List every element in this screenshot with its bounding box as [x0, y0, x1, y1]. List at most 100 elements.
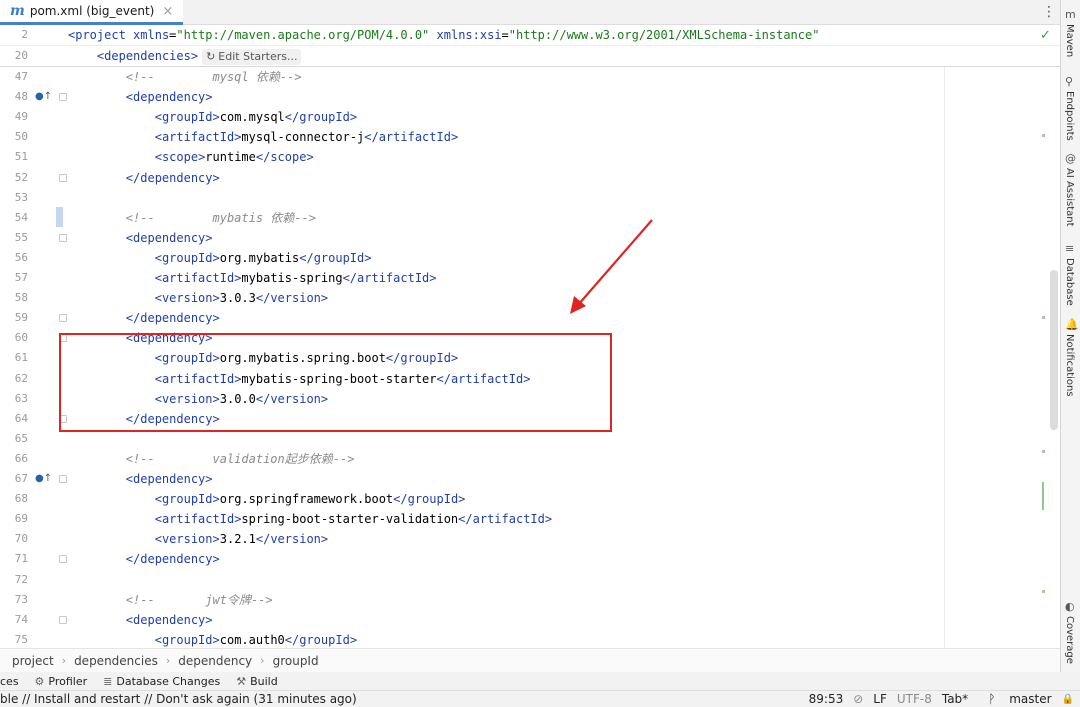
line-number: 70	[14, 532, 28, 546]
code-line[interactable]: 50 <artifactId>mysql-connector-j</artifa…	[0, 127, 1060, 147]
code-line[interactable]: 48 ●↑ <dependency>	[0, 87, 1060, 107]
line-number: 55	[14, 230, 28, 244]
fold-icon[interactable]	[59, 233, 67, 242]
code-line[interactable]: 51 <scope>runtime</scope>	[0, 147, 1060, 167]
line-number: 68	[14, 492, 28, 506]
file-encoding[interactable]: UTF-8	[897, 692, 932, 706]
line-number: 63	[14, 391, 28, 405]
line-number: 52	[14, 170, 28, 184]
code-line[interactable]: 67 ●↑ <dependency>	[0, 469, 1060, 489]
breadcrumb-separator: ›	[61, 654, 67, 667]
database-icon[interactable]: ≡	[1065, 242, 1074, 255]
code-line[interactable]: 66 <!-- validation起步依赖-->	[0, 449, 1060, 469]
line-number: 65	[14, 431, 28, 445]
fold-icon[interactable]	[59, 314, 67, 323]
maven-icon[interactable]: m	[1065, 8, 1076, 21]
error-stripe-mark	[1042, 134, 1045, 137]
tool-window-profiler[interactable]: ⚙ Profiler	[35, 675, 88, 688]
ai-assistant-icon[interactable]: @	[1065, 152, 1076, 165]
breadcrumb: project › dependencies › dependency › gr…	[0, 648, 1060, 672]
line-number: 48	[14, 90, 28, 104]
tab-title: pom.xml (big_event)	[29, 4, 155, 18]
tool-window-ai-assistant[interactable]: AI Assistant	[1064, 168, 1075, 227]
sticky-line-dependencies[interactable]: 20 <dependencies> ↻ Edit Starters...	[0, 46, 1060, 67]
line-number: 61	[14, 351, 28, 365]
code-line[interactable]: 70 <version>3.2.1</version>	[0, 529, 1060, 549]
tool-window-coverage[interactable]: Coverage	[1064, 616, 1075, 664]
code-line[interactable]: 69 <artifactId>spring-boot-starter-valid…	[0, 509, 1060, 529]
tool-window-services[interactable]: ces	[0, 675, 19, 688]
edit-starters-button[interactable]: ↻ Edit Starters...	[202, 48, 302, 65]
code-text: <!-- jwt令牌-->	[125, 592, 273, 607]
error-stripe-mark	[1042, 450, 1045, 453]
status-message[interactable]: ble // Install and restart // Don't ask …	[0, 692, 357, 706]
code-line[interactable]: 56 <groupId>org.mybatis</groupId>	[0, 248, 1060, 268]
breadcrumb-item[interactable]: dependencies	[74, 654, 158, 668]
tool-window-notifications[interactable]: Notifications	[1064, 334, 1075, 397]
sticky-line-project[interactable]: 2 <project xmlns="http://maven.apache.or…	[0, 25, 1060, 46]
code-line[interactable]: 49 <groupId>com.mysql</groupId>	[0, 107, 1060, 127]
line-separator[interactable]: LF	[873, 692, 887, 706]
code-line[interactable]: 73 <!-- jwt令牌-->	[0, 590, 1060, 610]
notifications-icon[interactable]: 🔔	[1065, 318, 1079, 331]
breadcrumb-separator: ›	[165, 654, 171, 667]
override-marker-icon[interactable]: ●↑	[35, 469, 52, 489]
sticky-code: <project xmlns="http://maven.apache.org/…	[68, 28, 820, 42]
refresh-icon: ↻	[206, 49, 216, 63]
breadcrumb-item[interactable]: dependency	[178, 654, 252, 668]
line-number: 54	[14, 210, 28, 224]
tool-window-bar: ces ⚙ Profiler ≣ Database Changes ⚒ Build	[0, 672, 1080, 690]
code-text: <dependency>	[125, 472, 213, 486]
caret-position[interactable]: 89:53	[809, 692, 844, 706]
fold-icon[interactable]	[59, 93, 67, 102]
fold-icon[interactable]	[59, 173, 67, 182]
code-text: <scope>runtime</scope>	[154, 150, 314, 165]
breadcrumb-item[interactable]: groupId	[273, 654, 319, 668]
lock-icon[interactable]: 🔒	[1062, 694, 1074, 705]
code-line[interactable]: 57 <artifactId>mybatis-spring</artifactI…	[0, 268, 1060, 288]
code-line[interactable]: 47 <!-- mysql 依赖-->	[0, 67, 1060, 87]
breadcrumb-separator: ›	[260, 654, 265, 667]
error-stripe-mark	[1042, 316, 1045, 319]
right-tool-strip: m Maven ⚲ Endpoints @ AI Assistant ≡ Database 🔔 N…	[1060, 0, 1080, 672]
no-problems-check-icon[interactable]: ✓	[1040, 28, 1051, 43]
code-line[interactable]: 55 <dependency>	[0, 228, 1060, 248]
fold-icon[interactable]	[59, 555, 67, 564]
vertical-scrollbar[interactable]	[1050, 270, 1058, 430]
override-marker-icon[interactable]: ●↑	[35, 87, 52, 107]
tool-window-build[interactable]: ⚒ Build	[236, 675, 278, 688]
code-text: <dependency>	[125, 612, 213, 627]
indent-setting[interactable]: Tab*	[942, 692, 968, 706]
code-text: <artifactId>mysql-connector-j</artifactI…	[154, 130, 459, 145]
code-line[interactable]: 71 </dependency>	[0, 549, 1060, 569]
code-text: <groupId>org.mybatis</groupId>	[154, 250, 372, 265]
code-line[interactable]: 54 <!-- mybatis 依赖-->	[0, 208, 1060, 228]
line-number: 64	[14, 411, 28, 425]
line-number: 74	[14, 612, 28, 626]
code-line[interactable]: 59 </dependency>	[0, 308, 1060, 328]
fold-icon[interactable]	[59, 475, 67, 483]
coverage-icon[interactable]: ◐	[1065, 600, 1075, 613]
code-line[interactable]: 75 <groupId>com.auth0</groupId>	[0, 630, 1060, 648]
no-inspections-icon[interactable]: ⊘	[853, 692, 863, 706]
more-tabs-icon[interactable]: ⋮	[1042, 4, 1056, 20]
fold-icon[interactable]	[59, 615, 67, 624]
endpoints-icon[interactable]: ⚲	[1065, 75, 1073, 88]
code-line[interactable]: 72	[0, 570, 1060, 590]
code-line[interactable]: 58 <version>3.0.3</version>	[0, 288, 1060, 308]
vcs-branch[interactable]: ᚹ master	[978, 692, 1051, 706]
error-stripe-mark	[1042, 590, 1045, 593]
tool-window-database[interactable]: Database	[1064, 258, 1075, 306]
highlight-box	[59, 333, 612, 432]
close-icon[interactable]: ×	[162, 4, 173, 19]
editor-tab-bar: m pom.xml (big_event) × ⋮	[0, 0, 1060, 25]
code-line[interactable]: 68 <groupId>org.springframework.boot</gr…	[0, 489, 1060, 509]
breadcrumb-item[interactable]: project	[12, 654, 54, 668]
tab-pom-xml[interactable]: m pom.xml (big_event) ×	[0, 0, 184, 25]
code-line[interactable]: 53	[0, 188, 1060, 208]
tool-window-endpoints[interactable]: Endpoints	[1064, 91, 1075, 141]
tool-window-database-changes[interactable]: ≣ Database Changes	[103, 675, 220, 688]
code-line[interactable]: 74 <dependency>	[0, 610, 1060, 630]
tool-window-maven[interactable]: Maven	[1064, 24, 1075, 57]
code-line[interactable]: 52 </dependency>	[0, 168, 1060, 188]
